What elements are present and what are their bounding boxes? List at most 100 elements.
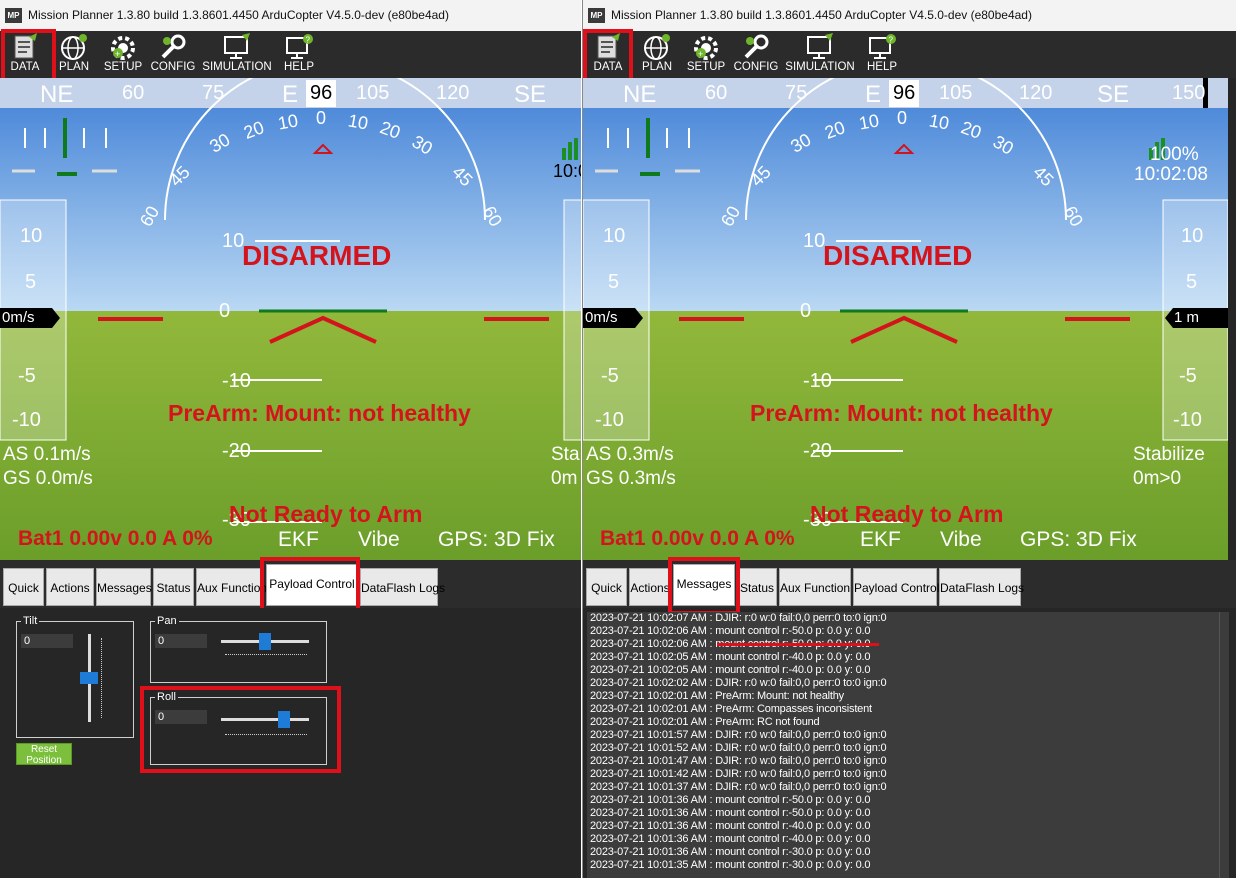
roll-slider-track (221, 718, 309, 721)
svg-text:?: ? (889, 36, 894, 45)
wrench-icon (744, 34, 769, 59)
menu-setup[interactable]: + SETUP (102, 33, 144, 77)
tab-quick[interactable]: Quick (586, 568, 627, 606)
svg-text:+: + (698, 49, 703, 59)
pan-ticks (225, 654, 307, 658)
data-icon (14, 33, 37, 59)
menu-help[interactable]: ? HELP (863, 33, 901, 77)
tilt-slider-thumb[interactable] (80, 672, 98, 684)
tab-dataflash-logs[interactable]: DataFlash Logs (939, 568, 1024, 606)
tab-status[interactable]: Status (153, 568, 194, 606)
pitch-label: -20 (222, 440, 251, 462)
tab-aux-function[interactable]: Aux Function (779, 568, 851, 606)
vibe-indicator[interactable]: Vibe (358, 528, 400, 552)
menu-help[interactable]: ? HELP (280, 33, 318, 77)
menu-label: CONFIG (150, 61, 196, 73)
speed-readout: 0m/s (2, 309, 35, 326)
heading-current: 96 (306, 80, 337, 107)
tab-aux-function[interactable]: Aux Function (196, 568, 267, 606)
roll-tick: 10 (857, 110, 881, 134)
monitor-icon (807, 33, 833, 59)
tab-status[interactable]: Status (737, 568, 777, 606)
armed-status: DISARMED (242, 240, 392, 271)
pan-value[interactable]: 0 (155, 634, 207, 648)
flight-mode: Stabilize (1133, 444, 1205, 465)
menu-data[interactable]: DATA (587, 33, 629, 77)
menu-simulation[interactable]: SIMULATION (785, 33, 855, 77)
tab-dataflash-logs[interactable]: DataFlash Logs (360, 568, 445, 606)
roll-tick: 0 (897, 108, 908, 128)
roll-slider-thumb[interactable] (278, 711, 290, 728)
menu-simulation[interactable]: SIMULATION (202, 33, 272, 77)
groundspeed: GS 0.0m/s (3, 468, 93, 489)
tab-actions[interactable]: Actions (629, 568, 671, 606)
gps-status: GPS: 3D Fix (438, 528, 555, 551)
tab-messages[interactable]: Messages (673, 564, 735, 606)
menu-setup[interactable]: + SETUP (685, 33, 727, 77)
menu-plan[interactable]: PLAN (56, 33, 92, 77)
vibe-indicator[interactable]: Vibe (940, 528, 982, 552)
heading-current: 96 (889, 80, 920, 107)
ekf-indicator[interactable]: EKF (278, 528, 319, 552)
message-line: 2023-07-21 10:02:05 AM : mount control r… (590, 664, 871, 676)
message-line: 2023-07-21 10:02:07 AM : DJIR: r:0 w:0 f… (590, 612, 887, 624)
main-menu: DATA PLAN + SETUP CONFIG SIMULATION ? HE… (583, 31, 1236, 78)
tilt-value[interactable]: 0 (21, 634, 73, 648)
message-line: 2023-07-21 10:01:42 AM : DJIR: r:0 w:0 f… (590, 768, 887, 780)
airspeed: AS 0.3m/s (586, 444, 674, 465)
heading-label: NE (623, 81, 657, 108)
gps-status: GPS: 3D Fix (1020, 528, 1137, 551)
menu-label: CONFIG (733, 61, 779, 73)
pan-label: Pan (155, 614, 179, 628)
prearm-message: PreArm: Mount: not healthy (750, 400, 1053, 426)
message-line: 2023-07-21 10:01:36 AM : mount control r… (590, 846, 871, 858)
help-icon: ? (869, 34, 896, 59)
clock-partial: 10:0 (553, 161, 581, 181)
message-line: 2023-07-21 10:01:36 AM : mount control r… (590, 833, 871, 845)
alt-tick: 10 (1181, 225, 1204, 247)
pan-slider-thumb[interactable] (259, 633, 271, 650)
data-icon (597, 33, 620, 59)
reset-label: Reset (30, 744, 58, 755)
app-logo-icon: MP (5, 8, 22, 23)
tilt-group: Tilt 0 (16, 614, 134, 738)
roll-tick: 10 (927, 110, 951, 134)
pitch-label: -20 (803, 440, 832, 462)
menu-data[interactable]: DATA (4, 33, 46, 77)
roll-tick: 0 (316, 108, 327, 128)
messages-scrollbar[interactable] (1219, 612, 1229, 878)
heading-label: 105 (939, 82, 973, 104)
tab-messages[interactable]: Messages (96, 568, 152, 606)
menu-config[interactable]: CONFIG (733, 33, 779, 77)
title-bar: MP Mission Planner 1.3.80 build 1.3.8601… (583, 0, 1236, 31)
tab-quick[interactable]: Quick (3, 568, 44, 606)
window-title: Mission Planner 1.3.80 build 1.3.8601.44… (611, 8, 1032, 22)
ekf-indicator[interactable]: EKF (860, 528, 901, 552)
speed-tick: -5 (18, 365, 36, 387)
altitude-readout: 1 m (1174, 309, 1200, 326)
menu-label: HELP (283, 61, 315, 73)
message-line: 2023-07-21 10:02:01 AM : PreArm: Compass… (590, 703, 872, 715)
heading-label: 60 (122, 82, 145, 104)
message-line: 2023-07-21 10:01:52 AM : DJIR: r:0 w:0 f… (590, 742, 887, 754)
heading-label: NE (40, 81, 74, 108)
hud-display: NE 60 75 E 96 105 120 SE 150 60 45 30 20… (583, 78, 1228, 560)
ready-status: Not Ready to Arm (810, 501, 1004, 527)
menu-label: SETUP (103, 61, 143, 73)
messages-list[interactable]: 2023-07-21 10:02:07 AM : DJIR: r:0 w:0 f… (587, 612, 1219, 878)
tab-payload-control[interactable]: Payload Control (266, 564, 358, 606)
menu-label: SETUP (686, 61, 726, 73)
roll-value[interactable]: 0 (155, 710, 207, 724)
wrench-icon (161, 34, 186, 59)
menu-config[interactable]: CONFIG (150, 33, 196, 77)
menu-label: DATA (10, 61, 40, 73)
app-logo-icon: MP (588, 8, 605, 23)
menu-plan[interactable]: PLAN (639, 33, 675, 77)
message-line: 2023-07-21 10:02:05 AM : mount control r… (590, 651, 871, 663)
tab-actions[interactable]: Actions (46, 568, 94, 606)
heading-label: 75 (202, 82, 225, 104)
tab-payload-control[interactable]: Payload Control (853, 568, 939, 606)
pitch-label: 10 (222, 230, 245, 252)
reset-position-button[interactable]: Reset Position (16, 743, 72, 766)
menu-label: DATA (593, 61, 623, 73)
